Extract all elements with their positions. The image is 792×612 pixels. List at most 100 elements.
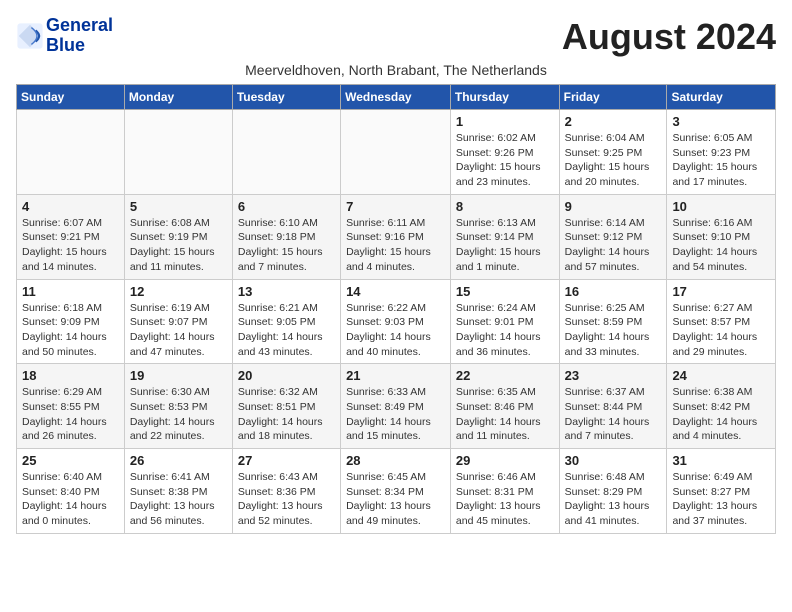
- day-detail: Sunrise: 6:19 AM Sunset: 9:07 PM Dayligh…: [130, 301, 227, 360]
- day-detail: Sunrise: 6:30 AM Sunset: 8:53 PM Dayligh…: [130, 385, 227, 444]
- day-detail: Sunrise: 6:22 AM Sunset: 9:03 PM Dayligh…: [346, 301, 445, 360]
- calendar-week-2: 4 Sunrise: 6:07 AM Sunset: 9:21 PM Daylig…: [17, 194, 776, 279]
- day-detail: Sunrise: 6:32 AM Sunset: 8:51 PM Dayligh…: [238, 385, 335, 444]
- header-day-tuesday: Tuesday: [232, 85, 340, 110]
- calendar-cell: 20 Sunrise: 6:32 AM Sunset: 8:51 PM Dayli…: [232, 364, 340, 449]
- calendar-week-1: 1 Sunrise: 6:02 AM Sunset: 9:26 PM Daylig…: [17, 110, 776, 195]
- day-detail: Sunrise: 6:37 AM Sunset: 8:44 PM Dayligh…: [565, 385, 662, 444]
- calendar-week-3: 11 Sunrise: 6:18 AM Sunset: 9:09 PM Dayli…: [17, 279, 776, 364]
- day-number: 16: [565, 284, 662, 299]
- calendar-cell: 6 Sunrise: 6:10 AM Sunset: 9:18 PM Daylig…: [232, 194, 340, 279]
- day-number: 25: [22, 453, 119, 468]
- day-detail: Sunrise: 6:21 AM Sunset: 9:05 PM Dayligh…: [238, 301, 335, 360]
- day-number: 21: [346, 368, 445, 383]
- day-number: 2: [565, 114, 662, 129]
- day-detail: Sunrise: 6:16 AM Sunset: 9:10 PM Dayligh…: [672, 216, 770, 275]
- day-detail: Sunrise: 6:33 AM Sunset: 8:49 PM Dayligh…: [346, 385, 445, 444]
- calendar-cell: 23 Sunrise: 6:37 AM Sunset: 8:44 PM Dayli…: [559, 364, 667, 449]
- header-day-thursday: Thursday: [450, 85, 559, 110]
- calendar-week-4: 18Sunrise: 6:29 AM Sunset: 8:55 PM Dayli…: [17, 364, 776, 449]
- day-detail: Sunrise: 6:10 AM Sunset: 9:18 PM Dayligh…: [238, 216, 335, 275]
- day-detail: Sunrise: 6:11 AM Sunset: 9:16 PM Dayligh…: [346, 216, 445, 275]
- day-number: 12: [130, 284, 227, 299]
- calendar-cell: 11 Sunrise: 6:18 AM Sunset: 9:09 PM Dayli…: [17, 279, 125, 364]
- logo: General Blue: [16, 16, 113, 56]
- day-detail: Sunrise: 6:13 AM Sunset: 9:14 PM Dayligh…: [456, 216, 554, 275]
- day-detail: Sunrise: 6:43 AM Sunset: 8:36 PM Dayligh…: [238, 470, 335, 529]
- day-detail: Sunrise: 6:45 AM Sunset: 8:34 PM Dayligh…: [346, 470, 445, 529]
- calendar-cell: [17, 110, 125, 195]
- day-number: 14: [346, 284, 445, 299]
- day-detail: Sunrise: 6:25 AM Sunset: 8:59 PM Dayligh…: [565, 301, 662, 360]
- calendar-cell: [232, 110, 340, 195]
- calendar-cell: 9 Sunrise: 6:14 AM Sunset: 9:12 PM Daylig…: [559, 194, 667, 279]
- calendar-cell: 29 Sunrise: 6:46 AM Sunset: 8:31 PM Dayli…: [450, 449, 559, 534]
- day-number: 22: [456, 368, 554, 383]
- header-day-sunday: Sunday: [17, 85, 125, 110]
- day-number: 19: [130, 368, 227, 383]
- calendar-cell: 12 Sunrise: 6:19 AM Sunset: 9:07 PM Dayli…: [124, 279, 232, 364]
- day-number: 7: [346, 199, 445, 214]
- calendar-cell: 5 Sunrise: 6:08 AM Sunset: 9:19 PM Daylig…: [124, 194, 232, 279]
- header-day-friday: Friday: [559, 85, 667, 110]
- day-detail: Sunrise: 6:38 AM Sunset: 8:42 PM Dayligh…: [672, 385, 770, 444]
- day-number: 23: [565, 368, 662, 383]
- day-detail: Sunrise: 6:07 AM Sunset: 9:21 PM Dayligh…: [22, 216, 119, 275]
- day-detail: Sunrise: 6:41 AM Sunset: 8:38 PM Dayligh…: [130, 470, 227, 529]
- calendar-cell: 16 Sunrise: 6:25 AM Sunset: 8:59 PM Dayli…: [559, 279, 667, 364]
- day-number: 15: [456, 284, 554, 299]
- day-detail: Sunrise: 6:48 AM Sunset: 8:29 PM Dayligh…: [565, 470, 662, 529]
- day-detail: Sunrise: 6:27 AM Sunset: 8:57 PM Dayligh…: [672, 301, 770, 360]
- calendar-week-5: 25 Sunrise: 6:40 AM Sunset: 8:40 PM Dayli…: [17, 449, 776, 534]
- calendar-cell: 27Sunrise: 6:43 AM Sunset: 8:36 PM Dayli…: [232, 449, 340, 534]
- logo-text: General Blue: [46, 16, 113, 56]
- day-number: 6: [238, 199, 335, 214]
- header-day-monday: Monday: [124, 85, 232, 110]
- page-header: General Blue August 2024: [16, 16, 776, 58]
- calendar-cell: 17Sunrise: 6:27 AM Sunset: 8:57 PM Dayli…: [667, 279, 776, 364]
- day-detail: Sunrise: 6:40 AM Sunset: 8:40 PM Dayligh…: [22, 470, 119, 529]
- day-detail: Sunrise: 6:18 AM Sunset: 9:09 PM Dayligh…: [22, 301, 119, 360]
- day-detail: Sunrise: 6:02 AM Sunset: 9:26 PM Dayligh…: [456, 131, 554, 190]
- day-number: 26: [130, 453, 227, 468]
- day-number: 29: [456, 453, 554, 468]
- calendar-cell: 7 Sunrise: 6:11 AM Sunset: 9:16 PM Daylig…: [341, 194, 451, 279]
- title-block: August 2024: [562, 16, 776, 58]
- calendar-cell: 22Sunrise: 6:35 AM Sunset: 8:46 PM Dayli…: [450, 364, 559, 449]
- calendar-cell: 31Sunrise: 6:49 AM Sunset: 8:27 PM Dayli…: [667, 449, 776, 534]
- calendar-cell: 10 Sunrise: 6:16 AM Sunset: 9:10 PM Dayli…: [667, 194, 776, 279]
- header-day-wednesday: Wednesday: [341, 85, 451, 110]
- calendar-header-row: SundayMondayTuesdayWednesdayThursdayFrid…: [17, 85, 776, 110]
- location-subtitle: Meerveldhoven, North Brabant, The Nether…: [16, 62, 776, 78]
- day-detail: Sunrise: 6:24 AM Sunset: 9:01 PM Dayligh…: [456, 301, 554, 360]
- day-number: 9: [565, 199, 662, 214]
- calendar-cell: [341, 110, 451, 195]
- calendar-cell: 3Sunrise: 6:05 AM Sunset: 9:23 PM Daylig…: [667, 110, 776, 195]
- calendar-cell: 25 Sunrise: 6:40 AM Sunset: 8:40 PM Dayli…: [17, 449, 125, 534]
- calendar-cell: 4 Sunrise: 6:07 AM Sunset: 9:21 PM Daylig…: [17, 194, 125, 279]
- day-number: 1: [456, 114, 554, 129]
- day-number: 8: [456, 199, 554, 214]
- day-number: 4: [22, 199, 119, 214]
- day-number: 30: [565, 453, 662, 468]
- day-detail: Sunrise: 6:05 AM Sunset: 9:23 PM Dayligh…: [672, 131, 770, 190]
- month-title: August 2024: [562, 16, 776, 58]
- logo-line2: Blue: [46, 36, 113, 56]
- day-number: 10: [672, 199, 770, 214]
- calendar-cell: 14 Sunrise: 6:22 AM Sunset: 9:03 PM Dayli…: [341, 279, 451, 364]
- logo-line1: General: [46, 16, 113, 36]
- day-number: 13: [238, 284, 335, 299]
- calendar-cell: 8 Sunrise: 6:13 AM Sunset: 9:14 PM Daylig…: [450, 194, 559, 279]
- day-number: 20: [238, 368, 335, 383]
- day-detail: Sunrise: 6:08 AM Sunset: 9:19 PM Dayligh…: [130, 216, 227, 275]
- day-number: 5: [130, 199, 227, 214]
- day-number: 11: [22, 284, 119, 299]
- calendar-table: SundayMondayTuesdayWednesdayThursdayFrid…: [16, 84, 776, 534]
- calendar-cell: [124, 110, 232, 195]
- day-number: 31: [672, 453, 770, 468]
- logo-icon: [16, 22, 44, 50]
- day-detail: Sunrise: 6:46 AM Sunset: 8:31 PM Dayligh…: [456, 470, 554, 529]
- header-day-saturday: Saturday: [667, 85, 776, 110]
- calendar-cell: 26 Sunrise: 6:41 AM Sunset: 8:38 PM Dayli…: [124, 449, 232, 534]
- day-detail: Sunrise: 6:14 AM Sunset: 9:12 PM Dayligh…: [565, 216, 662, 275]
